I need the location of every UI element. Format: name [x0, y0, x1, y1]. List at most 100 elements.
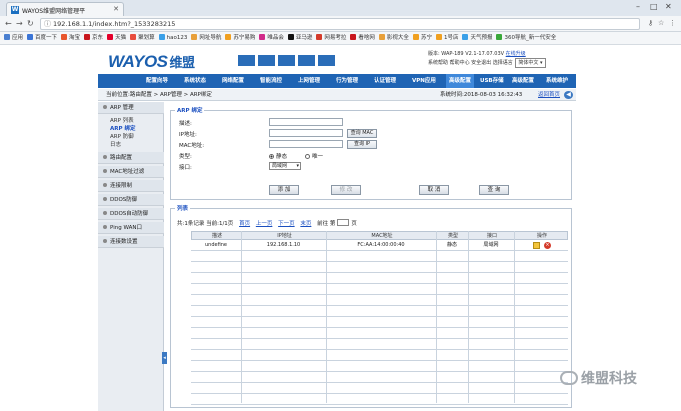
- bookmark-item[interactable]: 看啥网: [350, 32, 375, 44]
- next-page-link[interactable]: 下一页: [278, 221, 295, 227]
- desc-input[interactable]: [269, 118, 343, 126]
- table-row: [191, 306, 568, 317]
- back-arrow-icon[interactable]: ◀: [564, 91, 573, 99]
- sidebar-group[interactable]: 路由配置: [98, 152, 164, 164]
- home-link[interactable]: 返回首页: [538, 89, 560, 101]
- bookmark-item[interactable]: 聚划算: [130, 32, 155, 44]
- bookmark-item[interactable]: 京东: [84, 32, 103, 44]
- sidebar-group-arp[interactable]: ARP 管理: [98, 102, 164, 114]
- mac-input[interactable]: [269, 140, 343, 148]
- bullet-icon: [103, 183, 107, 187]
- bookmark-item[interactable]: 网址导航: [191, 32, 221, 44]
- browser-tab[interactable]: W WAYOS维盟网络管理平 ✕: [6, 2, 124, 16]
- site-favicon-icon: W: [11, 6, 19, 14]
- cancel-button[interactable]: 取 消: [419, 185, 449, 195]
- router-frame: WAYOS 维盟 版本: WAP-189 V2.1-17.07.03V 在线升级 …: [98, 46, 576, 411]
- tab-title: WAYOS维盟网络管理平: [22, 8, 86, 15]
- query-ip-button[interactable]: 查询 IP: [347, 140, 377, 149]
- sidebar-item-log[interactable]: 日志: [110, 141, 121, 149]
- bullet-icon: [103, 225, 107, 229]
- sidebar-item-arp-list[interactable]: ARP 列表: [110, 117, 134, 125]
- bookmark-item[interactable]: 百度一下: [27, 32, 57, 44]
- forward-icon[interactable]: →: [16, 19, 23, 28]
- sidebar-group[interactable]: 连接限制: [98, 180, 164, 192]
- sidebar-collapse-icon[interactable]: ◂: [162, 352, 167, 364]
- bookmark-item[interactable]: 1号店: [435, 32, 458, 44]
- bookmark-item[interactable]: 360导航_新一代安全: [496, 32, 556, 44]
- menu-item[interactable]: 配置向导: [146, 74, 168, 88]
- sidebar-item-arp-defense[interactable]: ARP 防御: [110, 133, 134, 141]
- bookmark-item[interactable]: 苏宁易购: [225, 32, 255, 44]
- star-icon[interactable]: ☆: [658, 19, 664, 27]
- menu-item[interactable]: 上网管理: [298, 74, 320, 88]
- bookmark-item[interactable]: 网易考拉: [316, 32, 346, 44]
- sidebar-group[interactable]: DDOS自动防御: [98, 208, 164, 220]
- back-icon[interactable]: ←: [5, 19, 12, 28]
- add-button[interactable]: 添 加: [269, 185, 299, 195]
- query-mac-button[interactable]: 查询 MAC: [347, 129, 377, 138]
- first-page-link[interactable]: 首页: [239, 221, 250, 227]
- pager: 共:1条记录 当前:1/1页 首页 上一页 下一页 末页 前往 第 页: [177, 219, 357, 227]
- ip-input[interactable]: [269, 129, 343, 137]
- site-info-icon[interactable]: ⓘ: [44, 19, 51, 30]
- table-header: 描述 IP地址 MAC地址 类型 接口 操作: [191, 231, 568, 240]
- bookmark-item[interactable]: 亚马逊: [287, 32, 312, 44]
- sidebar-group[interactable]: Ping WAN口: [98, 222, 164, 234]
- menu-item[interactable]: 高级配置: [512, 74, 534, 88]
- bookmarks-bar: 应用 百度一下 淘宝 京东 天猫 聚划算 hao123 网址导航 苏宁易购 唯品会 亚马逊 网易考拉看…: [0, 32, 681, 45]
- menu-item[interactable]: 系统状态: [184, 74, 206, 88]
- bookmark-item[interactable]: 天气预报: [462, 32, 492, 44]
- sidebar-item-arp-bind[interactable]: ARP 绑定: [110, 125, 135, 133]
- bookmark-item[interactable]: 天猫: [107, 32, 126, 44]
- sidebar-group[interactable]: DDOS防御: [98, 194, 164, 206]
- maximize-icon[interactable]: □: [650, 2, 658, 11]
- table-row: [191, 361, 568, 372]
- sidebar-group[interactable]: MAC地址过滤: [98, 166, 164, 178]
- table-cell: 静态: [446, 242, 457, 248]
- reload-icon[interactable]: ↻: [27, 19, 34, 28]
- online-update-link[interactable]: 在线升级: [506, 51, 526, 57]
- bookmark-icon: [158, 34, 165, 40]
- menu-item[interactable]: VPN应用: [412, 74, 436, 88]
- bullet-icon: [103, 155, 107, 159]
- prev-page-link[interactable]: 上一页: [256, 221, 273, 227]
- bookmark-item[interactable]: 唯品会: [259, 32, 284, 44]
- edit-icon[interactable]: [533, 242, 540, 249]
- type-static-radio[interactable]: 静态: [269, 152, 287, 160]
- bookmark-item[interactable]: hao123: [158, 32, 187, 44]
- menu-icon[interactable]: ⋮: [669, 19, 676, 27]
- bookmark-item[interactable]: 苏宁: [412, 32, 432, 44]
- mac-label: MAC地址:: [179, 143, 205, 149]
- minimize-icon[interactable]: –: [636, 2, 640, 11]
- header-links[interactable]: 系统帮助 帮助中心 安全退出 选择语言: [428, 60, 513, 66]
- list-section: 列表 共:1条记录 当前:1/1页 首页 上一页 下一页 末页 前往 第 页 描述…: [170, 204, 572, 408]
- system-time: 系统时间:2018-08-03 16:32:43: [440, 92, 523, 98]
- url-field[interactable]: ⓘ 192.168.1.1/index.htm?_1533283215: [40, 18, 640, 30]
- bookmark-item[interactable]: 应用: [4, 32, 23, 44]
- modify-button[interactable]: 修 改: [331, 185, 361, 195]
- query-button[interactable]: 查 询: [479, 185, 509, 195]
- iface-select[interactable]: 局域网 ▾: [269, 162, 301, 170]
- bookmark-icon: [350, 34, 357, 40]
- menu-item[interactable]: 行为管理: [336, 74, 358, 88]
- bookmark-item[interactable]: 淘宝: [61, 32, 80, 44]
- goto-label: 前往 第: [317, 221, 336, 227]
- bookmark-item[interactable]: 影视大全: [378, 32, 409, 44]
- table-row: [191, 273, 568, 284]
- language-select[interactable]: 简体中文 ▾: [515, 58, 546, 68]
- window-close-icon[interactable]: ✕: [665, 2, 672, 11]
- menu-item[interactable]: 网络配置: [222, 74, 244, 88]
- menu-item[interactable]: 高级配置: [446, 74, 475, 88]
- menu-item[interactable]: 认证管理: [374, 74, 396, 88]
- tab-close-icon[interactable]: ✕: [113, 5, 119, 13]
- bookmark-icon: [259, 34, 266, 40]
- delete-icon[interactable]: ×: [544, 242, 551, 249]
- menu-item[interactable]: 系统维护: [546, 74, 568, 88]
- sidebar-group[interactable]: 连接数设置: [98, 236, 164, 248]
- menu-item[interactable]: USB存储: [480, 74, 504, 88]
- type-unique-radio[interactable]: 唯一: [305, 152, 323, 160]
- menu-item[interactable]: 智能流控: [260, 74, 282, 88]
- page-input[interactable]: [337, 219, 350, 226]
- last-page-link[interactable]: 末页: [300, 221, 311, 227]
- key-icon[interactable]: ⚷: [648, 19, 653, 27]
